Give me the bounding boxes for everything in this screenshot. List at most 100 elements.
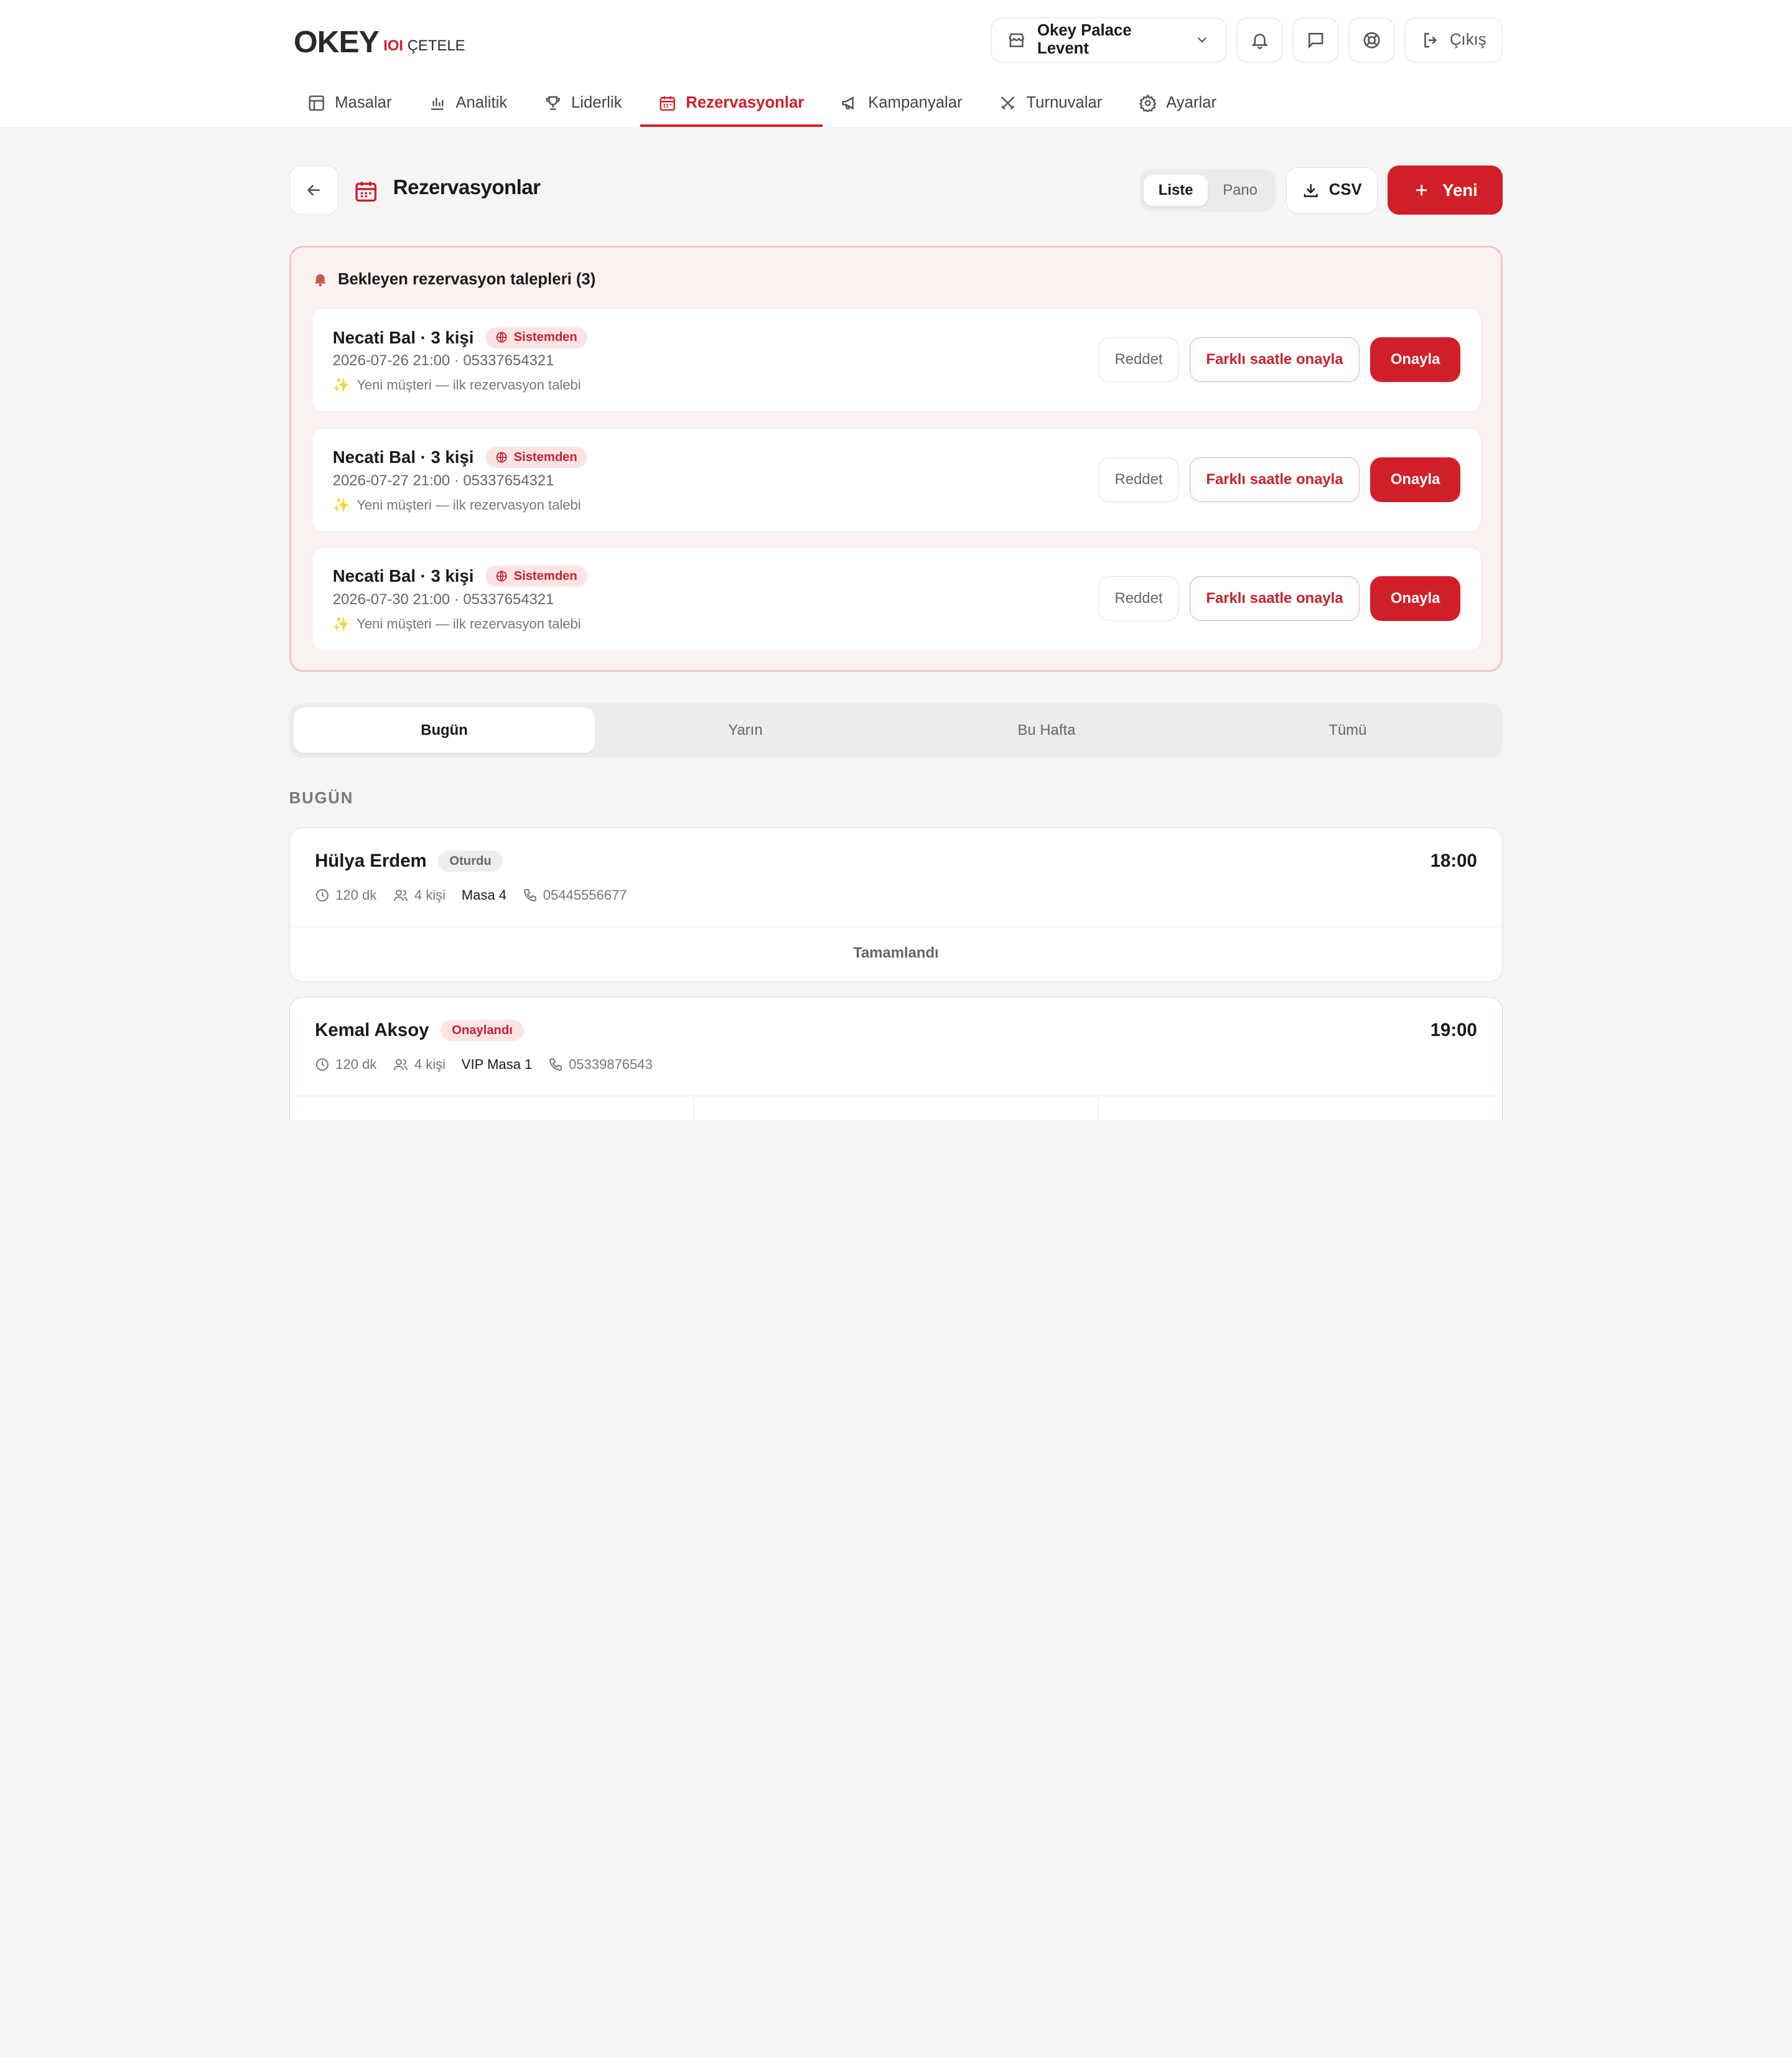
- venue-name: Okey Palace Levent: [1037, 22, 1132, 58]
- tab-today[interactable]: Bugün: [294, 707, 595, 753]
- request-note: ✨ Yeni müşteri — ilk rezervasyon talebi: [333, 377, 581, 393]
- status-badge: Oturdu: [438, 851, 503, 872]
- request-name-text: Necati Bal · 3 kişi: [332, 447, 474, 467]
- request-meta: 2026-07-26 21:00 · 05337654321: [332, 352, 554, 369]
- csv-export-button[interactable]: CSV: [1286, 167, 1378, 213]
- tab-tomorrow[interactable]: Yarın: [595, 707, 896, 753]
- phone-icon: [523, 888, 538, 903]
- source-badge: Sistemden: [485, 566, 588, 587]
- phone-text: 05339876543: [569, 1056, 653, 1073]
- page: OKEY IOI ÇETELE Okey Palace Levent Çıkış…: [0, 0, 1792, 1120]
- page-title: Rezervasyonlar: [393, 175, 541, 199]
- logo-sub: IOI ÇETELE: [383, 37, 465, 55]
- sparkles-icon: ✨: [332, 377, 350, 393]
- approve-different-time-button[interactable]: Farklı saatle onayla: [1189, 576, 1360, 621]
- duration: 120 dk: [315, 887, 376, 903]
- tab-all[interactable]: Tümü: [1197, 707, 1498, 753]
- request-name-text: Necati Bal · 3 kişi: [332, 327, 474, 347]
- logout-label: Çıkış: [1450, 30, 1486, 49]
- nav-item-liderlik[interactable]: Liderlik: [526, 80, 640, 126]
- support-button[interactable]: [1348, 17, 1394, 63]
- request-meta: 2026-07-30 21:00 · 05337654321: [332, 590, 554, 608]
- logout-icon: [1421, 30, 1440, 50]
- reservation-time: 18:00: [1430, 851, 1477, 872]
- approve-button[interactable]: Onayla: [1370, 576, 1461, 621]
- download-icon: [1302, 181, 1320, 199]
- phone: 05339876543: [548, 1056, 653, 1073]
- view-toggle-list[interactable]: Liste: [1143, 174, 1208, 206]
- duration-text: 120 dk: [335, 1056, 377, 1073]
- request-name-text: Necati Bal · 3 kişi: [332, 566, 474, 586]
- notifications-button[interactable]: [1236, 17, 1282, 63]
- globe-icon: [495, 331, 508, 343]
- new-reservation-button[interactable]: Yeni: [1388, 166, 1503, 215]
- reservation-card: Kemal Aksoy Onaylandı 19:00 120 dk 4 kiş…: [289, 996, 1503, 1120]
- approve-different-time-button[interactable]: Farklı saatle onayla: [1189, 457, 1360, 502]
- party-size-text: 4 kişi: [414, 887, 446, 903]
- lifebuoy-icon: [1362, 30, 1381, 50]
- logo[interactable]: OKEY IOI ÇETELE: [294, 25, 465, 59]
- messages-button[interactable]: [1292, 17, 1338, 63]
- party-size-text: 4 kişi: [414, 1056, 446, 1073]
- nav-item-label: Ayarlar: [1166, 93, 1217, 111]
- action-no-show-button[interactable]: [694, 1096, 1099, 1120]
- approve-button[interactable]: Onayla: [1370, 457, 1461, 502]
- phone: 05445556677: [523, 887, 627, 903]
- reservation-name-text: Kemal Aksoy: [315, 1020, 429, 1041]
- request-name: Necati Bal · 3 kişi Sistemden: [332, 447, 588, 469]
- approve-button[interactable]: Onayla: [1370, 337, 1461, 382]
- action-cancel-button[interactable]: [1098, 1096, 1502, 1120]
- reject-button[interactable]: Reddet: [1098, 337, 1180, 382]
- complete-button[interactable]: Tamamlandı: [289, 926, 1503, 980]
- request-actions: Reddet Farklı saatle onayla Onayla: [1098, 576, 1461, 621]
- view-toggle: Liste Pano: [1140, 169, 1276, 212]
- nav-item-masalar[interactable]: Masalar: [289, 80, 410, 126]
- reject-button[interactable]: Reddet: [1098, 576, 1180, 621]
- action-seat-button[interactable]: [290, 1096, 694, 1120]
- table-name: VIP Masa 1: [461, 1056, 533, 1073]
- nav-item-label: Analitik: [455, 93, 508, 111]
- store-icon: [1007, 31, 1025, 49]
- request-name: Necati Bal · 3 kişi Sistemden: [332, 566, 588, 587]
- view-toggle-board[interactable]: Pano: [1208, 175, 1272, 206]
- bell-icon: [1250, 30, 1269, 50]
- logo-main: OKEY: [294, 24, 380, 60]
- page-header: Rezervasyonlar Liste Pano CSV Yeni: [289, 166, 1503, 216]
- reservation-meta: 120 dk 4 kişi VIP Masa 1 05339876543: [315, 1056, 653, 1073]
- nav-item-turnuvalar[interactable]: Turnuvalar: [981, 80, 1121, 126]
- sparkles-icon: ✨: [332, 616, 350, 632]
- nav-item-label: Kampanyalar: [868, 93, 963, 111]
- main-nav: Masalar Analitik Liderlik Rezervasyonlar…: [289, 80, 1235, 128]
- header-actions: Okey Palace Levent Çıkış: [991, 17, 1503, 63]
- top-bar: OKEY IOI ÇETELE Okey Palace Levent Çıkış…: [0, 0, 1792, 128]
- users-icon: [393, 1057, 409, 1072]
- nav-item-ayarlar[interactable]: Ayarlar: [1121, 80, 1235, 126]
- nav-item-analitik[interactable]: Analitik: [410, 80, 526, 126]
- reject-button[interactable]: Reddet: [1098, 457, 1180, 502]
- tab-this-week[interactable]: Bu Hafta: [896, 707, 1197, 753]
- party-size: 4 kişi: [393, 887, 446, 903]
- reservation-time: 19:00: [1430, 1020, 1477, 1041]
- nav-item-label: Liderlik: [571, 93, 622, 111]
- reservation-actions: [289, 1095, 1503, 1120]
- duration: 120 dk: [315, 1056, 376, 1073]
- swords-icon: [999, 94, 1017, 112]
- pending-request-card: Necati Bal · 3 kişi Sistemden 2026-07-26…: [311, 308, 1482, 413]
- pending-requests-panel: Bekleyen rezervasyon talepleri (3) Necat…: [289, 245, 1503, 672]
- request-name: Necati Bal · 3 kişi Sistemden: [332, 327, 588, 348]
- request-note-text: Yeni müşteri — ilk rezervasyon talebi: [357, 616, 581, 632]
- phone-text: 05445556677: [543, 887, 627, 903]
- globe-icon: [495, 451, 508, 464]
- logout-button[interactable]: Çıkış: [1404, 17, 1503, 63]
- venue-selector[interactable]: Okey Palace Levent: [991, 17, 1226, 63]
- chevron-down-icon: [1194, 32, 1210, 48]
- back-button[interactable]: [289, 166, 338, 215]
- request-note-text: Yeni müşteri — ilk rezervasyon talebi: [357, 377, 581, 393]
- nav-item-rezervasyonlar[interactable]: Rezervasyonlar: [640, 80, 823, 127]
- nav-item-kampanyalar[interactable]: Kampanyalar: [823, 80, 981, 126]
- approve-different-time-button[interactable]: Farklı saatle onayla: [1189, 337, 1360, 382]
- calendar-icon: [353, 179, 378, 203]
- plus-icon: [1412, 181, 1430, 199]
- sparkles-icon: ✨: [332, 497, 350, 513]
- pending-title: Bekleyen rezervasyon talepleri (3): [312, 271, 595, 289]
